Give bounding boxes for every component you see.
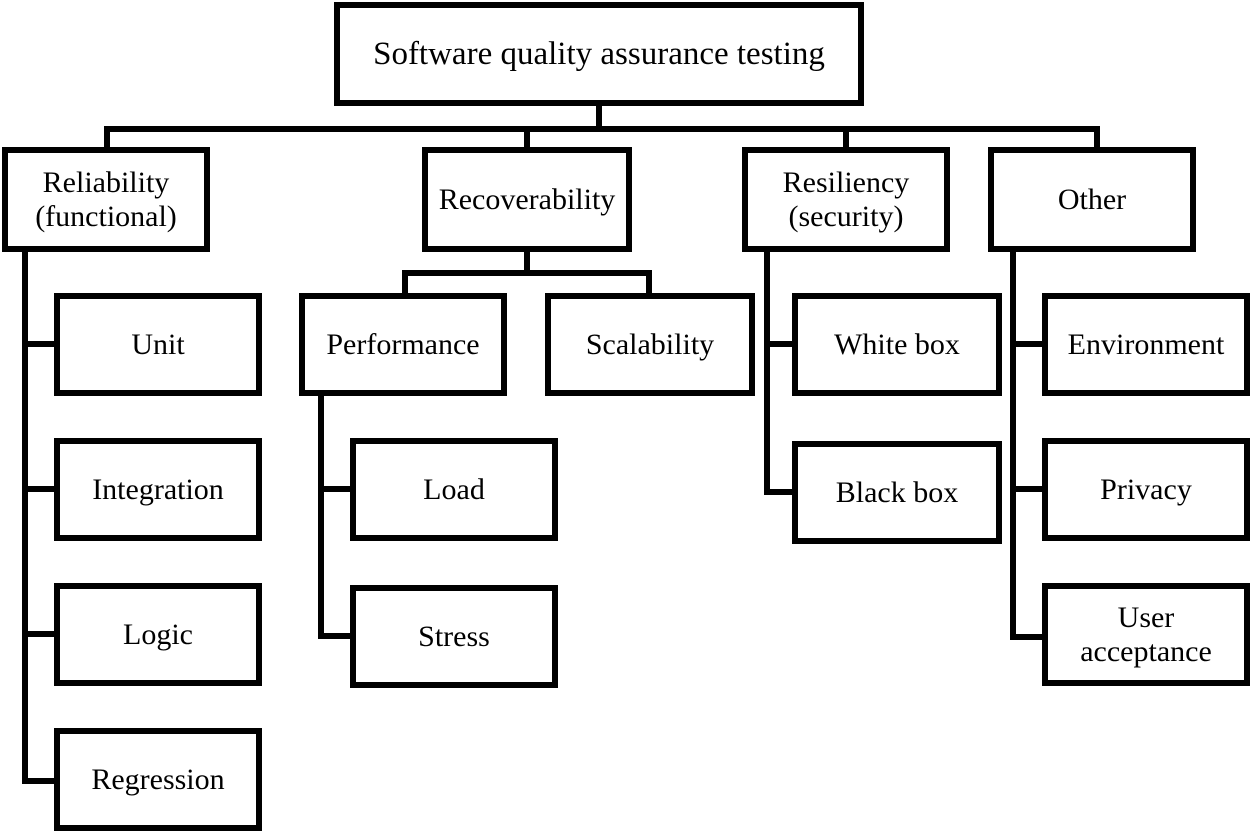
node-label: Other bbox=[1057, 182, 1127, 216]
node-user-acceptance[interactable]: User acceptance bbox=[1042, 583, 1250, 686]
node-integration[interactable]: Integration bbox=[54, 438, 262, 541]
node-label: Performance bbox=[326, 327, 480, 361]
node-label: Software quality assurance testing bbox=[373, 35, 825, 72]
node-label: White box bbox=[834, 327, 960, 361]
node-stress[interactable]: Stress bbox=[350, 585, 558, 688]
connector-trunk-performance bbox=[318, 394, 324, 639]
node-label: Recoverability bbox=[438, 182, 616, 216]
hierarchy-diagram: Software quality assurance testing Relia… bbox=[0, 0, 1250, 835]
connector-branch-stress bbox=[318, 633, 354, 639]
node-other[interactable]: Other bbox=[988, 147, 1196, 252]
node-label: Resiliency (security) bbox=[782, 165, 910, 233]
node-scalability[interactable]: Scalability bbox=[545, 293, 755, 396]
node-label: User acceptance bbox=[1080, 600, 1212, 668]
connector-branch-regression bbox=[22, 778, 58, 784]
node-white-box[interactable]: White box bbox=[792, 293, 1002, 396]
connector-branch-unit bbox=[22, 341, 58, 347]
connector-branch-load bbox=[318, 486, 354, 492]
connector-trunk-resiliency bbox=[764, 250, 770, 495]
node-label: Unit bbox=[131, 327, 185, 361]
node-label: Reliability (functional) bbox=[35, 165, 177, 233]
node-label: Integration bbox=[92, 472, 224, 506]
node-label: Load bbox=[423, 472, 485, 506]
node-label: Privacy bbox=[1100, 472, 1192, 506]
node-label: Stress bbox=[418, 619, 490, 653]
node-environment[interactable]: Environment bbox=[1042, 293, 1250, 396]
node-label: Scalability bbox=[585, 327, 715, 361]
node-load[interactable]: Load bbox=[350, 438, 558, 541]
node-label: Logic bbox=[123, 617, 193, 651]
node-resiliency-security[interactable]: Resiliency (security) bbox=[742, 147, 950, 252]
connector-branch-logic bbox=[22, 631, 58, 637]
node-unit[interactable]: Unit bbox=[54, 293, 262, 396]
node-label: Regression bbox=[91, 762, 225, 796]
connector-bus-recoverability bbox=[402, 270, 652, 276]
connector-trunk-other bbox=[1010, 250, 1016, 640]
connector-branch-integration bbox=[22, 486, 58, 492]
connector-trunk-reliability bbox=[22, 250, 28, 784]
node-black-box[interactable]: Black box bbox=[792, 441, 1002, 544]
node-reliability-functional[interactable]: Reliability (functional) bbox=[2, 147, 210, 252]
node-privacy[interactable]: Privacy bbox=[1042, 438, 1250, 541]
node-root-software-quality-assurance-testing[interactable]: Software quality assurance testing bbox=[334, 2, 864, 106]
node-regression[interactable]: Regression bbox=[54, 728, 262, 831]
node-recoverability[interactable]: Recoverability bbox=[422, 147, 632, 252]
connector-main-bus bbox=[104, 126, 1100, 132]
node-label: Black box bbox=[835, 475, 959, 509]
node-performance[interactable]: Performance bbox=[299, 293, 507, 396]
node-logic[interactable]: Logic bbox=[54, 583, 262, 686]
node-label: Environment bbox=[1067, 327, 1225, 361]
